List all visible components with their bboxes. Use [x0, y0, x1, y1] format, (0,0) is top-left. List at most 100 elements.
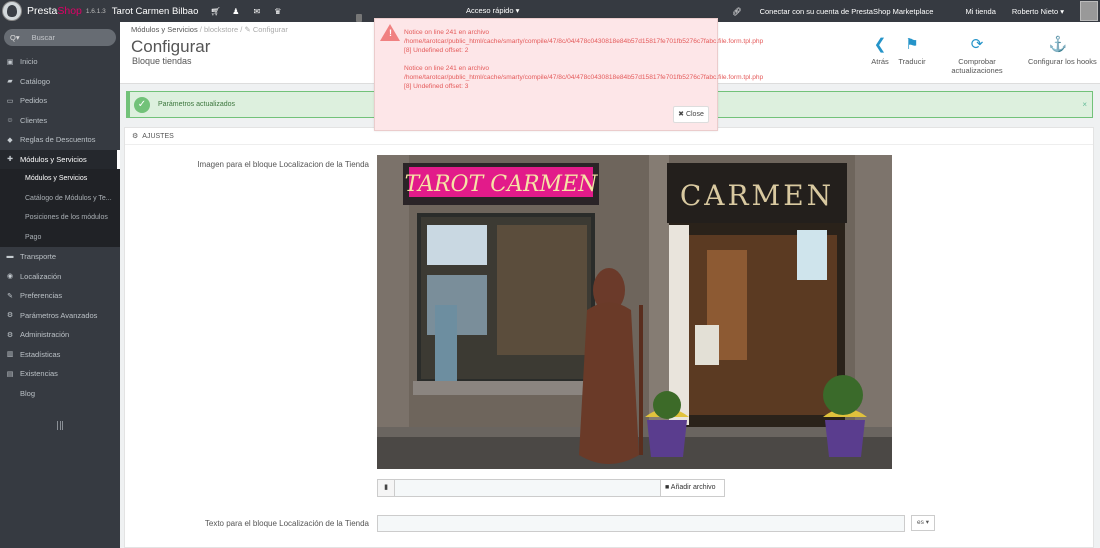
flag-icon: ⚑ — [905, 36, 919, 53]
search-icon[interactable]: Q▾ — [10, 33, 20, 42]
configure-hooks-button[interactable]: ⚓ Configurar los hooks — [1028, 36, 1100, 66]
close-icon[interactable]: × — [1082, 100, 1087, 109]
error-messages: Notice on line 241 en archivo /home/taro… — [404, 28, 763, 91]
breadcrumb-blockstore[interactable]: blockstore — [204, 25, 238, 34]
sidebar-item-label: Reglas de Descuentos — [20, 135, 96, 145]
breadcrumb: Módulos y Servicios / blockstore / ✎ Con… — [131, 25, 288, 34]
sidebar-subitem-modulos[interactable]: Módulos y Servicios — [0, 169, 120, 189]
sidebar: Q▾ Buscar ▣ Inicio ▰ Catálogo ▭ Pedidos ☺ Cl… — [0, 22, 120, 548]
sidebar-item-existencias[interactable]: ▤ Existencias — [0, 364, 120, 384]
sidebar-item-preferencias[interactable]: ✎ Preferencias — [0, 286, 120, 306]
sidebar-item-label: Preferencias — [20, 291, 63, 301]
cart-icon[interactable]: 🛒︎ — [210, 7, 220, 16]
sidebar-item-descuentos[interactable]: ◆ Reglas de Descuentos — [0, 130, 120, 150]
dashboard-icon: ▣ — [6, 58, 14, 66]
error-line: [8] Undefined offset: 2 — [404, 47, 469, 54]
check-circle-icon: ✓ — [134, 96, 150, 113]
check-updates-label: Comprobar actualizaciones — [951, 57, 1003, 75]
configure-hooks-label: Configurar los hooks — [1028, 57, 1097, 66]
version-label: 1.6.1.3 — [85, 7, 106, 15]
sidebar-item-localizacion[interactable]: ◉ Localización — [0, 267, 120, 287]
sidebar-subitem-posiciones[interactable]: Posiciones de los módulos — [0, 208, 120, 228]
error-path: /home/tarotcar/public_html/cache/smarty/… — [404, 38, 764, 45]
translate-button[interactable]: ⚑ Traducir — [897, 36, 927, 66]
success-alert-text: Parámetros actualizados — [158, 101, 236, 108]
search-input[interactable]: Buscar — [32, 33, 55, 42]
check-updates-button[interactable]: ⟳ Comprobar actualizaciones — [932, 36, 1022, 75]
sidebar-item-label: Inicio — [20, 57, 38, 67]
store-image: TAROT CARMEN CARMEN — [377, 155, 892, 469]
add-file-label: Añadir archivo — [670, 484, 716, 491]
sidebar-subitem-catalogo-modulos[interactable]: Catálogo de Módulos y Te... — [0, 188, 120, 208]
collapse-sidebar-icon[interactable] — [57, 421, 63, 430]
sidebar-item-modulos[interactable]: ✚ Módulos y Servicios — [0, 149, 120, 169]
sidebar-item-parametros[interactable]: ⚙ Parámetros Avanzados — [0, 306, 120, 326]
sidebar-item-label: Catálogo — [20, 76, 51, 86]
refresh-icon: ⟳ — [970, 36, 984, 53]
breadcrumb-modulos[interactable]: Módulos y Servicios — [131, 25, 198, 34]
sidebar-item-label: Localización — [20, 271, 62, 281]
book-icon: ▰ — [7, 78, 13, 86]
breadcrumb-separator: / — [199, 25, 202, 34]
panel-heading-label: AJUSTES — [142, 132, 174, 140]
avatar[interactable] — [1080, 1, 1098, 21]
language-dropdown[interactable]: es ▾ — [911, 515, 935, 531]
file-upload: ▮ ■ Añadir archivo — [377, 479, 725, 497]
close-button[interactable]: ✖ Close — [673, 106, 709, 123]
marketplace-label: Conectar con su cuenta de PrestaShop Mar… — [759, 6, 934, 16]
sign-right: CARMEN — [680, 179, 834, 212]
sidebar-item-administracion[interactable]: ⚙ Administración — [0, 325, 120, 345]
back-label: Atrás — [871, 57, 889, 66]
cogs-icon: ⚙ — [6, 312, 14, 320]
sidebar-item-inicio[interactable]: ▣ Inicio — [0, 52, 120, 72]
prestashop-logo-icon[interactable] — [2, 1, 22, 21]
breadcrumb-separator: / — [240, 25, 243, 34]
file-name-field[interactable] — [395, 480, 660, 496]
error-line: Notice on line 241 en archivo — [404, 29, 490, 36]
trophy-icon[interactable]: ♛ — [273, 7, 282, 16]
warning-mark: ! — [389, 28, 392, 38]
folder-icon: ■ — [665, 484, 670, 491]
error-path: /home/tarotcar/public_html/cache/smarty/… — [404, 74, 764, 81]
user-icon[interactable]: ♟ — [231, 7, 240, 16]
text-label: Texto para el bloque Localización de la … — [204, 519, 369, 528]
image-label: Imagen para el bloque Localizacion de la… — [197, 160, 369, 169]
pin-icon — [356, 14, 362, 22]
anchor-icon: ⚓ — [1048, 36, 1068, 53]
globe-icon: ◉ — [6, 273, 14, 281]
top-right-menu: 🔗︎ Conectar con su cuenta de PrestaShop … — [732, 0, 1100, 22]
credit-card-icon: ▭ — [6, 97, 14, 105]
marketplace-link[interactable]: 🔗︎ Conectar con su cuenta de PrestaShop … — [732, 7, 949, 16]
truck-icon: ▬ — [6, 253, 14, 261]
page-title: Configurar — [131, 37, 211, 56]
user-menu[interactable]: Roberto Nieto ▾ — [1012, 7, 1064, 16]
puzzle-icon: ✚ — [7, 156, 13, 164]
brand[interactable]: PrestaShop — [27, 5, 82, 17]
sidebar-item-estadisticas[interactable]: ▥ Estadísticas — [0, 345, 120, 365]
quick-access-menu[interactable]: Acceso rápido ▾ — [466, 6, 519, 15]
sidebar-item-clientes[interactable]: ☺ Clientes — [0, 111, 120, 131]
tag-icon: ◆ — [7, 136, 13, 144]
back-button[interactable]: ❮ Atrás — [871, 36, 889, 66]
settings-panel: ⚙ AJUSTES Imagen para el bloque Localiza… — [124, 127, 1094, 548]
sidebar-item-label: Administración — [20, 330, 70, 340]
add-file-button[interactable]: ■ Añadir archivo — [660, 480, 724, 496]
my-shop-link[interactable]: Mi tienda — [965, 7, 995, 16]
sidebar-item-label: Estadísticas — [20, 349, 61, 359]
sidebar-item-catalogo[interactable]: ▰ Catálogo — [0, 72, 120, 92]
bar-chart-icon: ▥ — [6, 351, 14, 359]
sign-left: TAROT CARMEN — [405, 172, 598, 197]
sidebar-item-label: Módulos y Servicios — [20, 154, 87, 164]
sidebar-item-label: Parámetros Avanzados — [20, 310, 98, 320]
sidebar-subitem-pago[interactable]: Pago — [0, 227, 120, 247]
breadcrumb-configurar: ✎ Configurar — [244, 25, 288, 34]
shop-name[interactable]: Tarot Carmen Bilbao — [112, 6, 199, 17]
search-box[interactable]: Q▾ Buscar — [4, 29, 116, 46]
mail-icon[interactable]: ✉ — [252, 7, 261, 16]
sidebar-item-transporte[interactable]: ▬ Transporte — [0, 247, 120, 267]
sidebar-item-pedidos[interactable]: ▭ Pedidos — [0, 91, 120, 111]
sidebar-item-blog[interactable]: Blog — [0, 384, 120, 404]
link-icon: 🔗︎ — [731, 6, 742, 16]
sidebar-item-label: Transporte — [20, 252, 56, 262]
store-text-input[interactable] — [377, 515, 905, 532]
